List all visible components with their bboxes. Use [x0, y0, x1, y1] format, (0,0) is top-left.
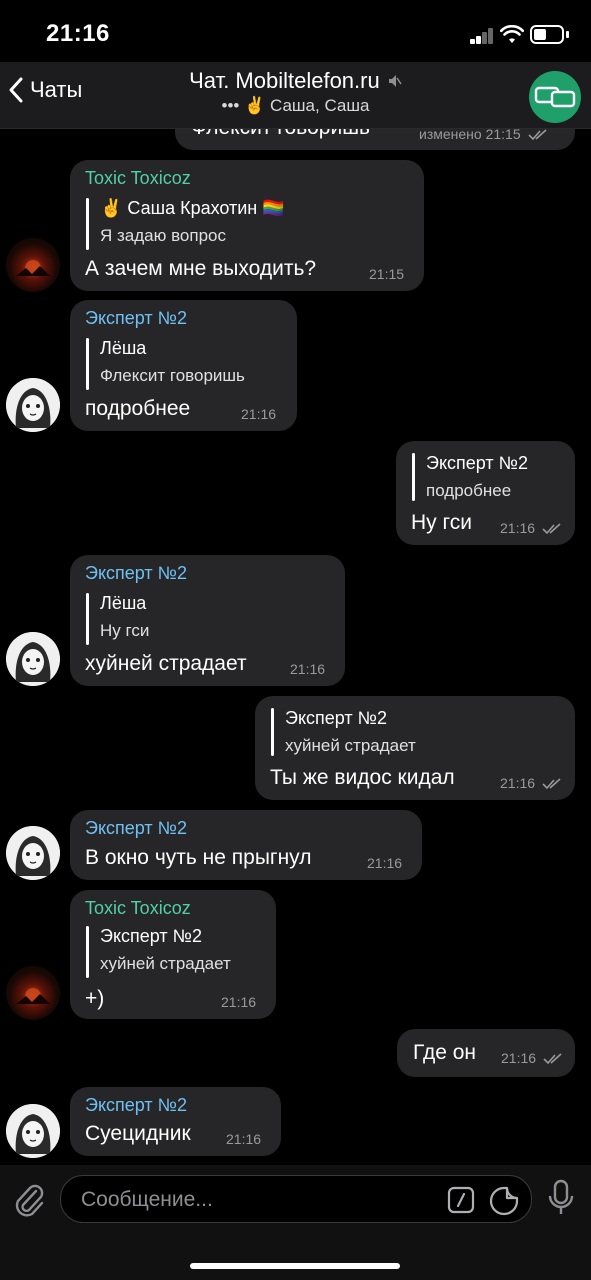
message-time: 21:16 [226, 1131, 262, 1147]
message-input-bar: Сообщение... [0, 1165, 591, 1280]
anime-avatar-icon [6, 378, 60, 432]
avatar-expert-2[interactable] [6, 632, 60, 686]
message-text: Суецидник [85, 1122, 191, 1145]
chat-bubbles-icon [534, 86, 576, 108]
chat-subtitle: ••• ✌️ Саша, Саша [221, 96, 370, 115]
double-check-icon [527, 129, 547, 141]
sender-name[interactable]: Эксперт №2 [85, 818, 187, 839]
message-bubble-outgoing[interactable]: Где он 21:16 [397, 1029, 575, 1077]
reply-text[interactable]: Ну гси [100, 621, 149, 641]
message-text: В окно чуть не прыгнул [85, 846, 312, 869]
message-time: 21:16 [500, 520, 562, 536]
sender-name[interactable]: Toxic Toxicoz [85, 898, 191, 919]
sticker-icon[interactable] [489, 1186, 519, 1216]
message-bubble-incoming[interactable]: Toxic Toxicoz ✌️ Саша Крахотин 🏳️‍🌈 Я за… [70, 160, 424, 291]
reply-name[interactable]: ✌️ Саша Крахотин 🏳️‍🌈 [100, 198, 285, 219]
message-bubble-incoming[interactable]: Эксперт №2 Лёша Ну гси хуйней страдает 2… [70, 555, 345, 686]
bot-command-icon[interactable] [447, 1186, 475, 1214]
message-text: А зачем мне выходить? [85, 257, 317, 280]
muted-icon [388, 75, 402, 87]
back-label: Чаты [30, 77, 83, 102]
message-bubble-incoming[interactable]: Эксперт №2 В окно чуть не прыгнул 21:16 [70, 810, 422, 880]
message-text: подробнее [85, 397, 191, 420]
microphone-icon[interactable] [547, 1179, 575, 1217]
reply-text[interactable]: хуйней страдает [285, 736, 416, 756]
message-time: 21:16 [221, 994, 257, 1010]
message-bubble-incoming[interactable]: Toxic Toxicoz Эксперт №2 хуйней страдает… [70, 890, 276, 1019]
paperclip-icon[interactable] [12, 1181, 46, 1219]
sender-name[interactable]: Эксперт №2 [85, 308, 187, 329]
battery-icon [530, 25, 564, 44]
message-text: Ты же видос кидал [270, 766, 455, 789]
message-bubble-incoming[interactable]: Эксперт №2 Лёша Флексит говоришь подробн… [70, 300, 297, 431]
chat-title-area[interactable]: Чат. Mobiltelefon.ru ••• ✌️ Саша, Саша [100, 68, 491, 116]
reply-bar [86, 926, 89, 978]
status-time: 21:16 [46, 20, 110, 47]
reply-name[interactable]: Эксперт №2 [285, 708, 387, 729]
anime-avatar-icon [6, 826, 60, 880]
home-indicator [190, 1263, 400, 1269]
reply-name[interactable]: Эксперт №2 [426, 453, 528, 474]
double-check-icon [542, 523, 561, 535]
message-bubble-incoming[interactable]: Эксперт №2 Суецидник 21:16 [70, 1087, 281, 1156]
message-time: 21:16 [501, 1050, 563, 1066]
avatar-toxic-toxicoz[interactable] [6, 966, 60, 1020]
message-time: 21:16 [241, 406, 277, 422]
reply-text[interactable]: Я задаю вопрос [100, 226, 226, 246]
reply-text[interactable]: Флексит говоришь [100, 366, 245, 386]
reply-bar [412, 453, 415, 501]
wifi-icon [500, 25, 524, 43]
back-button[interactable]: Чаты [8, 76, 82, 104]
avatar-expert-2[interactable] [6, 1104, 60, 1158]
sender-name[interactable]: Эксперт №2 [85, 563, 187, 584]
reply-text[interactable]: хуйней страдает [100, 954, 231, 974]
reply-text[interactable]: подробнее [426, 481, 511, 501]
message-bubble-outgoing[interactable]: Эксперт №2 подробнее Ну гси 21:16 [396, 441, 575, 545]
avatar-expert-2[interactable] [6, 826, 60, 880]
reply-bar [86, 593, 89, 645]
message-text: хуйней страдает [85, 652, 247, 675]
sunset-avatar-icon [16, 260, 50, 276]
message-text: +) [85, 987, 105, 1010]
message-time: 21:15 [369, 266, 405, 282]
reply-bar [271, 708, 274, 756]
message-time: 21:16 [500, 775, 562, 791]
message-text: Где он [413, 1041, 477, 1064]
message-text: Ну гси [411, 511, 472, 534]
reply-bar [86, 338, 89, 390]
avatar-toxic-toxicoz[interactable] [6, 238, 60, 292]
sunset-avatar-icon [16, 988, 50, 1004]
message-bubble-outgoing[interactable]: Эксперт №2 хуйней страдает Ты же видос к… [255, 696, 575, 800]
signal-icon [470, 28, 494, 44]
message-time: 21:16 [290, 661, 326, 677]
anime-avatar-icon [6, 632, 60, 686]
status-bar: 21:16 [0, 0, 591, 70]
group-avatar[interactable] [529, 71, 581, 123]
reply-name[interactable]: Лёша [100, 593, 146, 614]
double-check-icon [542, 778, 561, 790]
avatar-expert-2[interactable] [6, 378, 60, 432]
chevron-left-icon [9, 77, 23, 103]
sender-name[interactable]: Эксперт №2 [85, 1095, 187, 1116]
anime-avatar-icon [6, 1104, 60, 1158]
chat-title: Чат. Mobiltelefon.ru [189, 68, 380, 93]
message-input[interactable]: Сообщение... [60, 1175, 532, 1223]
message-time: 21:16 [367, 855, 403, 871]
reply-name[interactable]: Эксперт №2 [100, 926, 202, 947]
reply-name[interactable]: Лёша [100, 338, 146, 359]
double-check-icon [543, 1053, 562, 1065]
reply-bar [86, 198, 89, 250]
sender-name[interactable]: Toxic Toxicoz [85, 168, 191, 189]
message-input-placeholder: Сообщение... [81, 1188, 213, 1211]
